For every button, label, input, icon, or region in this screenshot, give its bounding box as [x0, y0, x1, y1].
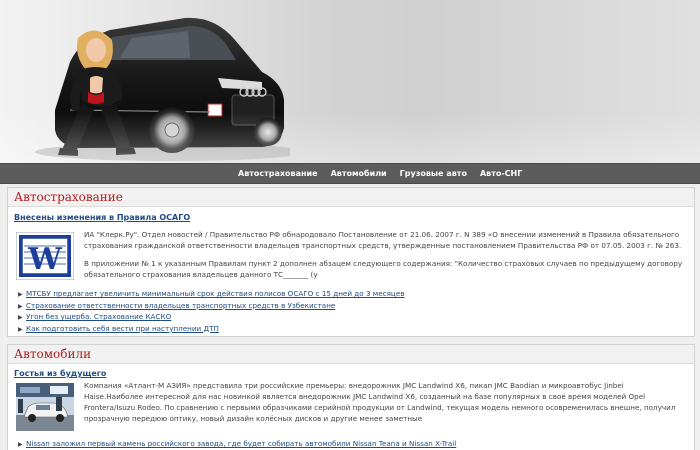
banner-car-model-image — [35, 17, 290, 161]
related-links: ▶ МТСБУ предлагает увеличить минимальный … — [18, 289, 404, 335]
related-link-item[interactable]: ▶ Страхование ответственности владельцев … — [18, 301, 404, 313]
main-nav: Автострахование Автомобили Грузовые авто… — [0, 163, 700, 184]
nav-item-gruzovye-avto[interactable]: Грузовые авто — [400, 164, 467, 183]
article-text-1: Компания «Атлант-М АЗИЯ» представила три… — [84, 381, 676, 423]
nav-item-avto-sng[interactable]: Авто-СНГ — [480, 164, 522, 183]
related-link-item[interactable]: ▶ МТСБУ предлагает увеличить минимальный … — [18, 289, 404, 301]
bullet-arrow-icon: ▶ — [18, 314, 23, 321]
bullet-arrow-icon: ▶ — [18, 325, 23, 333]
section-title: Автострахование — [14, 190, 123, 204]
related-links: ▶ Nissan заложил первый камень российског… — [18, 439, 456, 450]
related-link-item[interactable]: ▶ Угон без ущерба. Страхование КАСКО — [18, 312, 404, 324]
header-banner — [0, 0, 700, 163]
section-header: Автомобили — [8, 345, 694, 364]
article-title-link[interactable]: Внесены изменения в Правила ОСАГО — [14, 213, 190, 222]
section-title: Автомобили — [14, 347, 92, 361]
bullet-arrow-icon: ▶ — [18, 291, 23, 298]
nav-item-avtomobili[interactable]: Автомобили — [331, 164, 387, 183]
main-content: Автострахование Внесены изменения в Прав… — [0, 184, 700, 450]
section-avtostrakhovanie: Автострахование Внесены изменения в Прав… — [7, 187, 695, 337]
bullet-arrow-icon: ▶ — [18, 441, 23, 448]
article-photo-auto-show — [16, 383, 74, 431]
related-link-item[interactable]: ▶ Как подготовить себя вести при наступле… — [18, 324, 404, 336]
nav-item-avtostrakhovanie[interactable]: Автострахование — [238, 164, 318, 183]
article-text-1: ИА "Клерк.Ру". Отдел новостей / Правител… — [84, 230, 682, 250]
page: Автострахование Автомобили Грузовые авто… — [0, 0, 700, 450]
nav-items: Автострахование Автомобили Грузовые авто… — [238, 164, 535, 183]
section-header: Автострахование — [8, 188, 694, 207]
bullet-arrow-icon: ▶ — [18, 302, 23, 310]
word-document-icon: W — [15, 231, 75, 281]
article-title-link[interactable]: Гостья из будущего — [14, 369, 106, 378]
section-avtomobili: Автомобили Гостья из будущего Компания «… — [7, 344, 695, 450]
word-icon-letter: W — [27, 242, 63, 277]
article-text-2: В приложении № 1 к указанным Правилам пу… — [84, 259, 683, 279]
related-link-item[interactable]: ▶ Nissan заложил первый камень российског… — [18, 439, 456, 450]
